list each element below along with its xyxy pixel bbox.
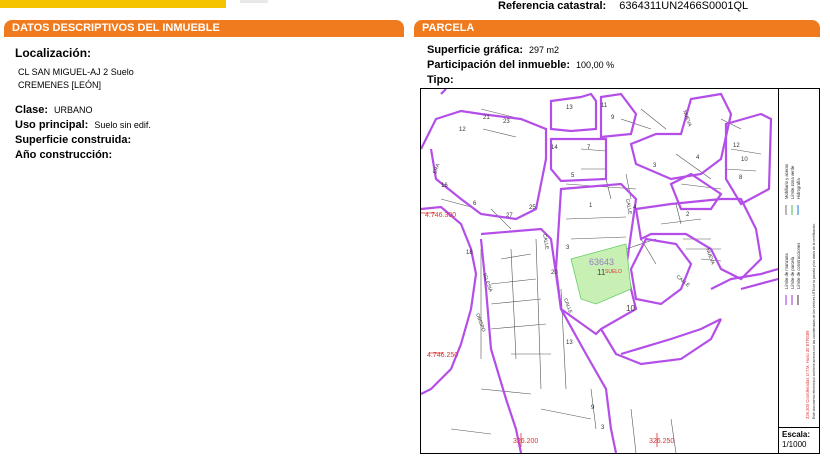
header-gray-strip — [240, 0, 268, 3]
house-number: 6 — [473, 201, 477, 207]
clase-label: Clase: — [15, 104, 49, 116]
legend-construction-limit: Límite de construcciones — [796, 243, 801, 289]
house-number: 3 — [653, 163, 657, 169]
location-label: Localización: — [15, 46, 92, 60]
legend-coordinates-note: 326,300 Coordenadas U.T.M. Huso 30 ETRS8… — [805, 330, 810, 419]
map-scale: Escala: 1/1000 — [778, 427, 819, 453]
house-number: 12 — [459, 127, 466, 133]
house-number: 9 — [591, 405, 595, 411]
parcel-10-label: 10 — [626, 304, 635, 313]
coord-y-top: 4.746.300 — [425, 212, 456, 219]
house-number: 3 — [601, 425, 605, 431]
parcel-number: 63643 — [589, 257, 614, 267]
anio-construccion-label: Año construcción: — [15, 149, 113, 161]
participacion-value: 100,00 % — [576, 60, 615, 70]
uso-label: Uso principal: — [15, 119, 89, 131]
house-number: 7 — [587, 145, 591, 151]
participacion-label: Participación del inmueble: — [427, 59, 571, 71]
house-number: 9 — [611, 115, 615, 121]
street-nueva-1: NUEVA — [704, 248, 716, 267]
house-number: 11 — [601, 103, 608, 109]
descriptive-data-panel: Localización: CL SAN MIGUEL-AJ 2 Suelo C… — [15, 46, 395, 162]
section-title-descriptive-data: DATOS DESCRIPTIVOS DEL INMUEBLE — [4, 20, 404, 37]
field-superficie-grafica: Superficie gráfica: 297 m2 — [427, 42, 817, 57]
house-number: 21 — [483, 115, 490, 121]
tipo-label: Tipo: — [427, 74, 454, 86]
legend-block-limit: Límite de manzana — [784, 253, 789, 289]
house-number: 12 — [733, 143, 740, 149]
house-number: 20 — [551, 270, 558, 276]
legend-parcel-limit: Límite de parcela — [790, 256, 795, 289]
clase-value: URBANO — [54, 105, 93, 115]
house-number: 18 — [466, 250, 473, 256]
street-iglesia: IGLESIA — [481, 273, 494, 294]
section-title-parcel: PARCELA — [414, 20, 820, 37]
street-calle-2: CALLE — [624, 198, 633, 215]
legend-document-note: Este documento electrónico contiene anex… — [812, 223, 816, 419]
house-number: 3 — [566, 245, 570, 251]
cadastral-reference-label: Referencia catastral: — [498, 0, 607, 12]
scale-value: 1/1000 — [782, 440, 807, 449]
street-labels: CALLE CALLE CALLE CALLE NUEVA NUEVA ERA … — [432, 110, 716, 333]
legend-furniture: Mobiliario y aceras — [784, 164, 789, 199]
header-yellow-strip — [0, 0, 226, 8]
house-number: 10 — [741, 157, 748, 163]
house-number: 14 — [551, 145, 558, 151]
street-obispo: OBISPO — [474, 313, 486, 333]
house-number: 8 — [739, 175, 743, 181]
parcel-use-label: SUELO — [605, 269, 622, 275]
house-number: 13 — [566, 105, 573, 111]
house-number: 5 — [571, 173, 575, 179]
house-number: 4 — [696, 155, 700, 161]
coord-y-bottom: 4.746.250 — [427, 352, 458, 359]
house-number: 23 — [503, 119, 510, 125]
legend-hydrography: Hidrografía — [796, 178, 801, 199]
field-superficie-construida: Superficie construida: — [15, 132, 395, 147]
cadastral-map: 4.746.300 4.746.250 326.200 326.250 6364… — [420, 88, 820, 454]
property-fields: Clase: URBANO Uso principal: Suelo sin edi… — [15, 102, 395, 162]
cadastral-reference: Referencia catastral: 6364311UN2466S0001… — [498, 0, 748, 14]
field-participacion: Participación del inmueble: 100,00 % — [427, 57, 817, 72]
map-legend: Límite de manzana Límite de parcela Lími… — [778, 89, 819, 427]
coord-x-left: 326.200 — [513, 438, 538, 445]
house-number: 25 — [529, 205, 536, 211]
house-number: 2 — [686, 212, 690, 218]
legend-green-zone: Límite zona verde — [790, 165, 795, 199]
parcel-panel: Superficie gráfica: 297 m2 Participación … — [427, 42, 817, 87]
scale-label: Escala: — [782, 430, 811, 439]
uso-value: Suelo sin edif. — [94, 120, 151, 130]
house-number: 13 — [566, 340, 573, 346]
address-line-1: CL SAN MIGUEL-AJ 2 Suelo — [18, 67, 134, 77]
coord-x-right: 326.250 — [649, 438, 674, 445]
superficie-grafica-value: 297 m2 — [528, 45, 560, 55]
superficie-grafica-label: Superficie gráfica: — [427, 44, 523, 56]
house-number: 27 — [506, 213, 513, 219]
map-drawing: 4.746.300 4.746.250 326.200 326.250 6364… — [421, 89, 778, 453]
field-uso: Uso principal: Suelo sin edif. — [15, 117, 395, 132]
legend-drawing: Límite de manzana Límite de parcela Lími… — [784, 164, 816, 419]
superficie-construida-label: Superficie construida: — [15, 134, 132, 146]
field-clase: Clase: URBANO — [15, 102, 395, 117]
field-tipo: Tipo: — [427, 72, 817, 87]
cadastral-reference-value: 6364311UN2466S0001QL — [619, 0, 749, 12]
field-anio: Año construcción: — [15, 147, 395, 162]
house-number: 16 — [441, 183, 448, 189]
house-number: 1 — [589, 203, 593, 209]
address-line-2: CREMENES [LEÓN] — [18, 80, 102, 90]
